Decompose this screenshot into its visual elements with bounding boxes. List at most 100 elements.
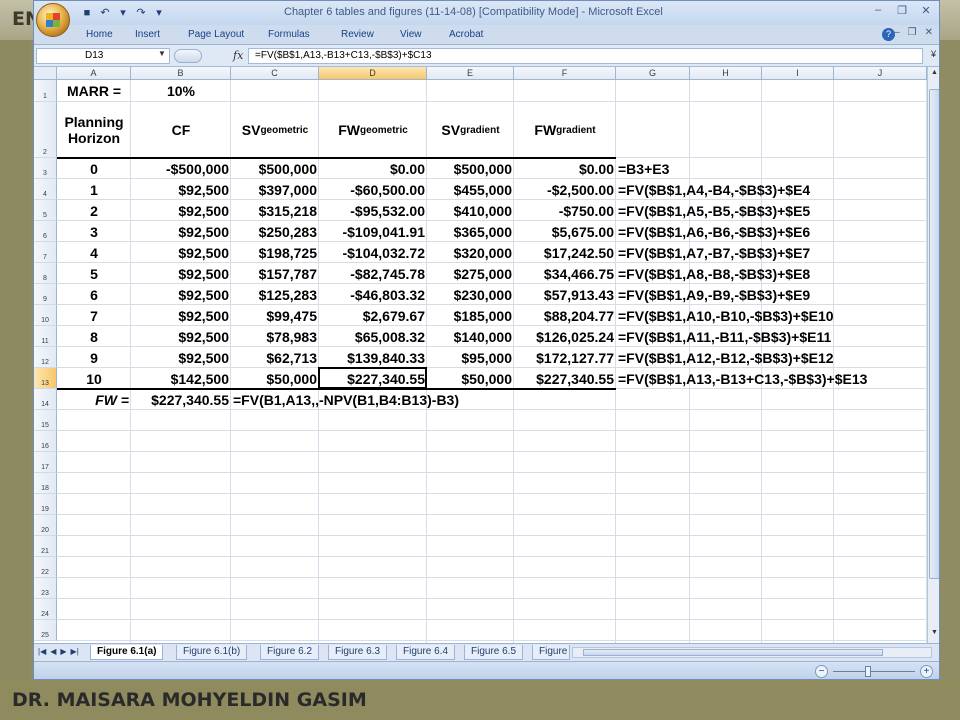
cell-formula-text[interactable]: =FV($B$1,A9,-B9,-$B$3)+$E9 xyxy=(616,284,927,305)
row-header-25[interactable]: 25 xyxy=(34,620,57,641)
cell-fw-gradient[interactable]: $88,204.77 xyxy=(514,305,616,326)
formula-input[interactable]: =FV($B$1,A13,-B13+C13,-$B$3)+$C13 xyxy=(248,48,923,64)
restore-icon[interactable]: ❐ xyxy=(895,4,909,17)
cell-formula-text[interactable]: =FV($B$1,A8,-B8,-$B$3)+$E8 xyxy=(616,263,927,284)
dropdown-icon[interactable]: ▾ xyxy=(116,6,130,20)
row-header-16[interactable]: 16 xyxy=(34,431,57,452)
cell-fw-geometric[interactable]: -$60,500.00 xyxy=(319,179,427,200)
row-header-18[interactable]: 18 xyxy=(34,473,57,494)
fw-label[interactable]: FW = xyxy=(57,389,131,410)
row-header-9[interactable]: 9 xyxy=(34,284,57,305)
wb-restore-icon[interactable]: ❐ xyxy=(908,27,917,38)
cell-formula-text[interactable]: =B3+E3 xyxy=(616,158,927,179)
cell-period[interactable]: 3 xyxy=(57,221,131,242)
cell-formula-text[interactable]: =FV($B$1,A4,-B4,-$B$3)+$E4 xyxy=(616,179,927,200)
cell-sv-gradient[interactable]: $95,000 xyxy=(427,347,514,368)
sheet-tab-figure[interactable]: Figure xyxy=(532,645,570,660)
row-header-24[interactable]: 24 xyxy=(34,599,57,620)
next-sheet-icon[interactable]: ▶ xyxy=(60,647,66,656)
sheet-tab-figure-6-2[interactable]: Figure 6.2 xyxy=(260,645,320,660)
column-header-c[interactable]: C xyxy=(231,67,319,80)
cell-cf[interactable]: $92,500 xyxy=(131,221,231,242)
cell-fw-gradient[interactable]: $5,675.00 xyxy=(514,221,616,242)
cell-formula-text[interactable]: =FV($B$1,A13,-B13+C13,-$B$3)+$E13 xyxy=(616,368,927,389)
sheet-tab-figure-6-5[interactable]: Figure 6.5 xyxy=(464,645,524,660)
marr-label[interactable]: MARR = xyxy=(57,80,131,102)
row-header-14[interactable]: 14 xyxy=(34,389,57,410)
cell-fw-gradient[interactable]: -$2,500.00 xyxy=(514,179,616,200)
cell-cf[interactable]: $92,500 xyxy=(131,200,231,221)
column-header-e[interactable]: E xyxy=(427,67,514,80)
tab-page-layout[interactable]: Page Layout xyxy=(188,29,244,40)
tab-home[interactable]: Home xyxy=(86,29,113,40)
active-cell-d13[interactable] xyxy=(318,367,427,389)
cell-period[interactable]: 8 xyxy=(57,326,131,347)
row-header-2[interactable]: 2 xyxy=(34,102,57,158)
cell-sv-geometric[interactable]: $500,000 xyxy=(231,158,319,179)
cell-sv-gradient[interactable]: $365,000 xyxy=(427,221,514,242)
cell-cf[interactable]: $92,500 xyxy=(131,179,231,200)
row-header-22[interactable]: 22 xyxy=(34,557,57,578)
cell-fw-geometric[interactable]: $139,840.33 xyxy=(319,347,427,368)
cell-sv-geometric[interactable]: $315,218 xyxy=(231,200,319,221)
cell-period[interactable]: 9 xyxy=(57,347,131,368)
help-icon[interactable]: ? xyxy=(882,28,895,41)
zoom-slider[interactable]: − + xyxy=(815,665,933,679)
row-header-7[interactable]: 7 xyxy=(34,242,57,263)
cell-fw-geometric[interactable]: -$109,041.91 xyxy=(319,221,427,242)
expand-formula-icon[interactable]: ¥ xyxy=(931,49,936,59)
office-button[interactable] xyxy=(36,3,70,37)
tab-review[interactable]: Review xyxy=(341,29,374,40)
column-header-g[interactable]: G xyxy=(616,67,690,80)
cell-formula-text[interactable]: =FV($B$1,A11,-B11,-$B$3)+$E11 xyxy=(616,326,927,347)
column-header-f[interactable]: F xyxy=(514,67,616,80)
cell-sv-geometric[interactable]: $50,000 xyxy=(231,368,319,389)
cell-fw-gradient[interactable]: -$750.00 xyxy=(514,200,616,221)
cell-fw-gradient[interactable]: $172,127.77 xyxy=(514,347,616,368)
vertical-scrollbar[interactable]: ▲ ▼ xyxy=(927,67,939,643)
wb-minimize-icon[interactable]: – xyxy=(894,27,900,38)
row-header-5[interactable]: 5 xyxy=(34,200,57,221)
sheet-tab-figure-6-4[interactable]: Figure 6.4 xyxy=(396,645,456,660)
header-fw-geometric[interactable]: FW geometric xyxy=(319,102,427,158)
cell-cf[interactable]: -$500,000 xyxy=(131,158,231,179)
column-header-h[interactable]: H xyxy=(690,67,762,80)
cell-sv-geometric[interactable]: $198,725 xyxy=(231,242,319,263)
cell-cf[interactable]: $142,500 xyxy=(131,368,231,389)
horizontal-scrollbar[interactable] xyxy=(572,647,932,658)
row-header-4[interactable]: 4 xyxy=(34,179,57,200)
worksheet-grid[interactable]: A B C D E F G H I J 1 2 3 4 5 6 7 8 9 10 11 12 13 14 15 16 17 18 19 2… xyxy=(34,67,939,643)
column-header-j[interactable]: J xyxy=(834,67,927,80)
row-header-20[interactable]: 20 xyxy=(34,515,57,536)
formula-bar-toggle[interactable] xyxy=(174,49,202,63)
cell-fw-geometric[interactable]: $0.00 xyxy=(319,158,427,179)
cell-sv-geometric[interactable]: $397,000 xyxy=(231,179,319,200)
row-header-19[interactable]: 19 xyxy=(34,494,57,515)
header-cf[interactable]: CF xyxy=(131,102,231,158)
cell-sv-geometric[interactable]: $250,283 xyxy=(231,221,319,242)
tab-formulas[interactable]: Formulas xyxy=(268,29,310,40)
column-header-d[interactable]: D xyxy=(319,67,427,80)
scroll-thumb[interactable] xyxy=(929,89,939,579)
row-header-15[interactable]: 15 xyxy=(34,410,57,431)
row-header-12[interactable]: 12 xyxy=(34,347,57,368)
cell-sv-geometric[interactable]: $157,787 xyxy=(231,263,319,284)
cell-cf[interactable]: $92,500 xyxy=(131,242,231,263)
last-sheet-icon[interactable]: ▶| xyxy=(71,647,79,656)
cell-fw-geometric[interactable]: -$46,803.32 xyxy=(319,284,427,305)
cell-sv-geometric[interactable]: $99,475 xyxy=(231,305,319,326)
insert-function-icon[interactable]: fx xyxy=(233,49,243,62)
cell-fw-gradient[interactable]: $227,340.55 xyxy=(514,368,616,389)
cell-sv-gradient[interactable]: $455,000 xyxy=(427,179,514,200)
cell-sv-gradient[interactable]: $230,000 xyxy=(427,284,514,305)
column-header-i[interactable]: I xyxy=(762,67,834,80)
wb-close-icon[interactable]: ✕ xyxy=(925,27,933,38)
cell-cf[interactable]: $92,500 xyxy=(131,326,231,347)
row-header-1[interactable]: 1 xyxy=(34,80,57,102)
cell-fw-gradient[interactable]: $126,025.24 xyxy=(514,326,616,347)
cell-fw-geometric[interactable]: $65,008.32 xyxy=(319,326,427,347)
close-icon[interactable]: ✕ xyxy=(919,4,933,17)
cell-cf[interactable]: $92,500 xyxy=(131,347,231,368)
cell-sv-gradient[interactable]: $185,000 xyxy=(427,305,514,326)
tab-insert[interactable]: Insert xyxy=(135,29,160,40)
